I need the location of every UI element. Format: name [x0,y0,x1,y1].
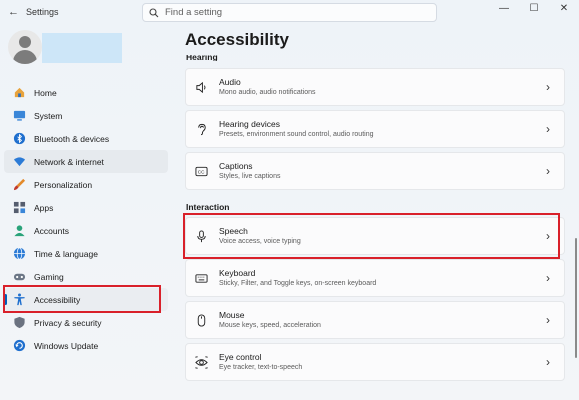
captions-icon: CC [194,164,208,178]
sidebar-item-network[interactable]: Network & internet [4,150,168,173]
sidebar-item-personalization[interactable]: Personalization [4,173,168,196]
sidebar-item-label: Network & internet [34,156,104,167]
setting-card-keyboard[interactable]: Keyboard Sticky, Filter, and Toggle keys… [185,259,565,297]
card-title: Audio [219,77,241,87]
setting-card-captions[interactable]: CC Captions Styles, live captions › [185,152,565,190]
sidebar-item-windows-update[interactable]: Windows Update [4,334,168,357]
sidebar-item-label: Home [34,87,57,98]
chevron-right-icon: › [546,80,550,94]
bluetooth-icon [12,132,26,146]
card-title: Keyboard [219,268,256,278]
setting-card-audio[interactable]: Audio Mono audio, audio notifications › [185,68,565,106]
card-subtitle: Eye tracker, text-to-speech [219,364,303,371]
section-heading-hearing: Hearing [186,55,218,61]
brush-icon [12,178,26,192]
sidebar-item-label: System [34,110,63,121]
minimize-button[interactable]: — [489,0,519,16]
profile-name-redacted [42,33,122,63]
card-subtitle: Styles, live captions [219,173,281,180]
sidebar-item-label: Bluetooth & devices [34,133,110,144]
sidebar-item-label: Apps [34,202,54,213]
vertical-scrollbar[interactable] [575,238,577,358]
maximize-button[interactable]: ☐ [519,0,549,16]
sidebar-item-bluetooth[interactable]: Bluetooth & devices [4,127,168,150]
sidebar-item-label: Accounts [34,225,69,236]
sidebar-item-privacy-security[interactable]: Privacy & security [4,311,168,334]
globe-icon [12,247,26,261]
card-title: Captions [219,161,253,171]
ear-icon [194,122,208,136]
network-icon [12,155,26,169]
home-icon [12,86,26,100]
sidebar-item-label: Time & language [34,248,98,259]
sidebar-item-time-language[interactable]: Time & language [4,242,168,265]
card-subtitle: Sticky, Filter, and Toggle keys, on-scre… [219,280,377,287]
mouse-icon [194,313,208,327]
app-title: Settings [26,7,59,17]
chevron-right-icon: › [546,271,550,285]
accounts-icon [12,224,26,238]
highlight-box-accessibility [3,285,161,313]
search-input[interactable]: Find a setting [165,7,222,18]
setting-card-mouse[interactable]: Mouse Mouse keys, speed, acceleration › [185,301,565,339]
chevron-right-icon: › [546,313,550,327]
close-button[interactable]: ✕ [549,0,579,16]
gaming-icon [12,270,26,284]
section-heading-interaction: Interaction [186,202,230,212]
sidebar-item-label: Privacy & security [34,317,102,328]
window-controls: — ☐ ✕ [489,0,579,16]
system-icon [12,109,26,123]
sidebar-item-system[interactable]: System [4,104,168,127]
speaker-icon [194,80,208,94]
update-icon [12,339,26,353]
card-subtitle: Mouse keys, speed, acceleration [219,322,321,329]
highlight-box-speech [183,213,560,259]
back-button[interactable]: ← [8,6,19,18]
sidebar-item-home[interactable]: Home [4,81,168,104]
setting-card-hearing-devices[interactable]: Hearing devices Presets, environment sou… [185,110,565,148]
setting-card-eye-control[interactable]: Eye control Eye tracker, text-to-speech … [185,343,565,381]
svg-text:CC: CC [197,169,204,174]
sidebar-nav: Home System Bluetooth & devices Network … [4,81,168,357]
sidebar-item-label: Personalization [34,179,93,190]
eye-icon [194,355,208,369]
sidebar-item-label: Gaming [34,271,64,282]
search-icon [149,7,159,18]
avatar[interactable] [8,30,42,64]
page-title: Accessibility [185,30,289,49]
card-title: Eye control [219,352,262,362]
title-bar: ← Settings Find a setting — ☐ ✕ [0,0,579,26]
apps-icon [12,201,26,215]
card-title: Mouse [219,310,245,320]
card-subtitle: Mono audio, audio notifications [219,89,316,96]
keyboard-icon [194,271,208,285]
chevron-right-icon: › [546,122,550,136]
shield-icon [12,316,26,330]
chevron-right-icon: › [546,164,550,178]
sidebar-item-apps[interactable]: Apps [4,196,168,219]
search-box[interactable]: Find a setting [142,3,437,22]
sidebar-item-label: Windows Update [34,340,99,351]
card-title: Hearing devices [219,119,280,129]
card-subtitle: Presets, environment sound control, audi… [219,131,374,138]
chevron-right-icon: › [546,355,550,369]
sidebar-item-accounts[interactable]: Accounts [4,219,168,242]
